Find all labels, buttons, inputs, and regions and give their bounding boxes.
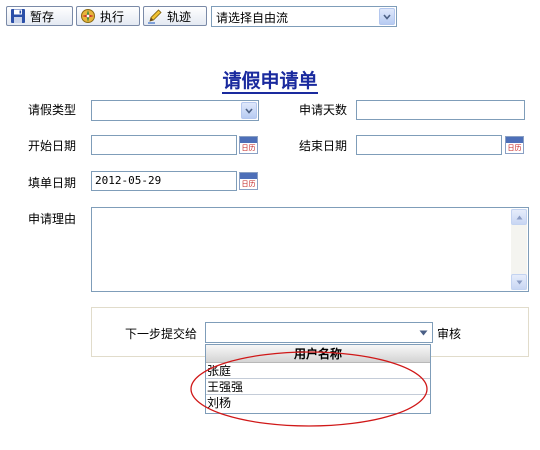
pencil-icon: [148, 9, 162, 24]
next-step-label: 下一步提交给: [125, 327, 198, 341]
fill-date-value: 2012-05-29: [95, 174, 162, 187]
end-date-label: 结束日期: [299, 139, 348, 153]
scroll-down-icon[interactable]: [511, 274, 527, 290]
free-flow-select-value: 请选择自由流: [216, 11, 289, 25]
reason-textarea[interactable]: [91, 207, 529, 292]
reason-scrollbar[interactable]: [511, 209, 527, 290]
form-title: 请假申请单: [222, 70, 318, 94]
chevron-down-icon[interactable]: [379, 8, 395, 25]
execute-label: 执行: [100, 9, 125, 24]
trace-label: 轨迹: [167, 9, 192, 24]
chevron-down-icon[interactable]: [241, 102, 257, 119]
annotation-ellipse: [190, 351, 428, 427]
fill-date-label: 填单日期: [28, 176, 77, 190]
execute-button[interactable]: 执行: [76, 6, 140, 26]
fill-date-input[interactable]: 2012-05-29: [91, 171, 237, 191]
days-label: 申请天数: [299, 103, 348, 117]
chevron-down-icon[interactable]: [416, 324, 431, 341]
compass-gear-icon: [81, 9, 95, 23]
start-date-label: 开始日期: [28, 139, 77, 153]
leave-type-select[interactable]: [91, 100, 259, 121]
reason-label: 申请理由: [28, 212, 77, 226]
free-flow-select[interactable]: 请选择自由流: [211, 6, 397, 27]
next-step-select[interactable]: [205, 322, 433, 343]
start-date-calendar-icon[interactable]: 日历: [239, 136, 258, 154]
save-draft-label: 暂存: [30, 9, 55, 24]
fill-date-calendar-icon[interactable]: 日历: [239, 172, 258, 190]
scroll-up-icon[interactable]: [511, 209, 527, 225]
trace-button[interactable]: 轨迹: [143, 6, 207, 26]
end-date-input[interactable]: [356, 135, 502, 155]
leave-type-label: 请假类型: [28, 103, 77, 117]
start-date-input[interactable]: [91, 135, 237, 155]
floppy-disk-icon: [11, 9, 25, 23]
end-date-calendar-icon[interactable]: 日历: [505, 136, 524, 154]
days-input[interactable]: [356, 100, 525, 120]
review-label: 审核: [437, 327, 462, 341]
save-draft-button[interactable]: 暂存: [6, 6, 73, 26]
